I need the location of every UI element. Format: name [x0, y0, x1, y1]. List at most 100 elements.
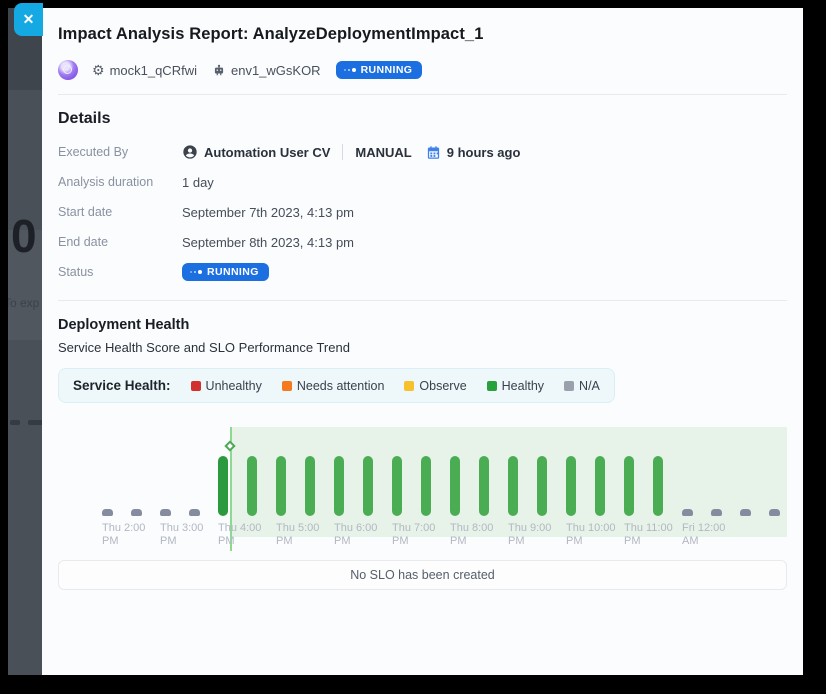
health-bar-healthy[interactable]: [537, 456, 547, 516]
legend-item-healthy: Healthy: [487, 379, 544, 393]
user-icon: [182, 144, 198, 160]
legend-item-needs-attention: Needs attention: [282, 379, 385, 393]
x-axis-tick-label: Thu 9:00PM: [508, 522, 551, 548]
health-bar-healthy[interactable]: [276, 456, 286, 516]
health-bar-na[interactable]: [740, 509, 751, 516]
running-pulse-icon: [344, 68, 356, 72]
duration-value: 1 day: [182, 175, 214, 190]
end-date-value: September 8th 2023, 4:13 pm: [182, 235, 354, 250]
legend-swatch-icon: [487, 381, 497, 391]
x-axis-tick-label: Thu 8:00PM: [450, 522, 493, 548]
close-icon: ✕: [23, 11, 35, 28]
legend-label: Observe: [419, 379, 466, 393]
detail-label: Status: [58, 265, 182, 279]
detail-label: End date: [58, 235, 182, 249]
gear-icon: ⚙: [92, 63, 105, 77]
health-bar-na[interactable]: [131, 509, 142, 516]
x-axis-tick-label: Thu 5:00PM: [276, 522, 319, 548]
x-axis-tick-label: Thu 7:00PM: [392, 522, 435, 548]
background-chart-fragment: [10, 420, 20, 425]
health-bar-healthy[interactable]: [363, 456, 373, 516]
environment-icon: [212, 63, 226, 77]
legend-item-observe: Observe: [404, 379, 466, 393]
impact-analysis-report-drawer: Impact Analysis Report: AnalyzeDeploymen…: [42, 8, 803, 675]
health-bar-deployment[interactable]: [218, 456, 228, 516]
x-axis-tick-label: Thu 11:00PM: [624, 522, 673, 548]
deployment-health-chart: Thu 2:00PM Thu 3:00PM Thu 4:00PM Thu 5:00PM…: [58, 414, 787, 554]
running-status-text: RUNNING: [361, 65, 413, 76]
executed-by-user: Automation User CV: [204, 145, 330, 160]
detail-label: Analysis duration: [58, 175, 182, 189]
background-partial-text: To exp: [8, 296, 39, 310]
health-bar-na[interactable]: [189, 509, 200, 516]
slo-empty-message: No SLO has been created: [350, 568, 495, 582]
duration-row: Analysis duration 1 day: [58, 167, 787, 197]
page-backdrop: 0 To exp: [8, 8, 42, 675]
health-bar-na[interactable]: [769, 509, 780, 516]
close-drawer-button[interactable]: ✕: [14, 3, 43, 36]
background-metric-number: 0: [11, 213, 37, 259]
x-axis-tick-label: Thu 4:00PM: [218, 522, 261, 548]
calendar-icon: [426, 145, 441, 160]
x-axis-tick-label: Thu 10:00PM: [566, 522, 616, 548]
health-bar-healthy[interactable]: [566, 456, 576, 516]
health-bar-healthy[interactable]: [247, 456, 257, 516]
legend-item-unhealthy: Unhealthy: [191, 379, 262, 393]
slo-empty-state: No SLO has been created: [58, 560, 787, 590]
value-separator: [342, 144, 343, 160]
health-bar-healthy[interactable]: [334, 456, 344, 516]
environment-item: env1_wGsKOR: [212, 63, 321, 78]
background-chart-fragment: [28, 420, 42, 425]
health-bar-na[interactable]: [711, 509, 722, 516]
executed-time: 9 hours ago: [447, 145, 521, 160]
legend-label: Unhealthy: [206, 379, 262, 393]
service-avatar-icon: [58, 60, 78, 80]
legend-swatch-icon: [191, 381, 201, 391]
x-axis-tick-label: Thu 3:00PM: [160, 522, 203, 548]
deployment-health-subtitle: Service Health Score and SLO Performance…: [58, 340, 787, 355]
health-bar-healthy[interactable]: [305, 456, 315, 516]
legend-swatch-icon: [404, 381, 414, 391]
status-row: Status RUNNING: [58, 257, 787, 287]
health-bar-healthy[interactable]: [392, 456, 402, 516]
health-bar-na[interactable]: [160, 509, 171, 516]
header-divider: [58, 94, 787, 95]
status-badge: RUNNING: [182, 263, 269, 282]
start-date-value: September 7th 2023, 4:13 pm: [182, 205, 354, 220]
x-axis-tick-label: Thu 6:00PM: [334, 522, 377, 548]
start-date-row: Start date September 7th 2023, 4:13 pm: [58, 197, 787, 227]
health-bar-na[interactable]: [682, 509, 693, 516]
detail-label: Executed By: [58, 145, 182, 159]
health-bar-healthy[interactable]: [450, 456, 460, 516]
health-bar-healthy[interactable]: [479, 456, 489, 516]
health-bar-healthy[interactable]: [595, 456, 605, 516]
end-date-row: End date September 8th 2023, 4:13 pm: [58, 227, 787, 257]
trigger-type: MANUAL: [355, 145, 411, 160]
health-bar-na[interactable]: [102, 509, 113, 516]
running-status-badge: RUNNING: [336, 61, 423, 80]
details-heading: Details: [58, 110, 787, 128]
details-divider: [58, 300, 787, 301]
detail-label: Start date: [58, 205, 182, 219]
service-health-legend: Service Health: Unhealthy Needs attention…: [58, 368, 615, 403]
details-table: Executed By Automation User CV MANUAL 9 …: [58, 137, 787, 287]
legend-label: N/A: [579, 379, 600, 393]
legend-swatch-icon: [564, 381, 574, 391]
legend-item-n-a: N/A: [564, 379, 600, 393]
running-pulse-icon: [190, 270, 202, 274]
report-title: Impact Analysis Report: AnalyzeDeploymen…: [58, 25, 787, 44]
x-axis-tick-label: Thu 2:00PM: [102, 522, 145, 548]
status-badge-text: RUNNING: [207, 267, 259, 278]
health-bar-healthy[interactable]: [421, 456, 431, 516]
report-meta-row: ⚙ mock1_qCRfwi env1_wGsKOR RUNNING: [58, 59, 787, 81]
legend-label: Needs attention: [297, 379, 385, 393]
health-bar-healthy[interactable]: [653, 456, 663, 516]
deployment-health-heading: Deployment Health: [58, 317, 787, 333]
service-name-item: ⚙ mock1_qCRfwi: [92, 63, 197, 78]
health-bar-healthy[interactable]: [508, 456, 518, 516]
executed-by-row: Executed By Automation User CV MANUAL 9 …: [58, 137, 787, 167]
legend-title: Service Health:: [73, 378, 171, 393]
x-axis-tick-label: Fri 12:00AM: [682, 522, 725, 548]
service-name: mock1_qCRfwi: [110, 63, 197, 78]
health-bar-healthy[interactable]: [624, 456, 634, 516]
